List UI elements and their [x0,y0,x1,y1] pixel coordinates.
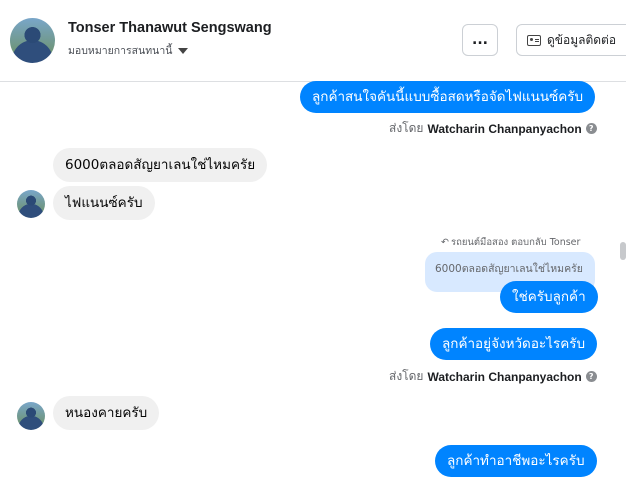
sent-by-prefix: ส่งโดย [389,121,424,135]
assign-label: มอบหมายการสนทนานี้ [68,45,173,57]
incoming-message[interactable]: ไฟแนนซ์ครับ [53,186,155,220]
contact-avatar-small[interactable] [17,190,45,218]
conversation-header: Tonser Thanawut Sengswang มอบหมายการสนทน… [0,0,626,82]
contact-card-icon [527,34,541,46]
help-icon[interactable]: ? [585,371,597,382]
incoming-message[interactable]: หนองคายครับ [53,396,160,430]
outgoing-message[interactable]: ลูกค้าทำอาชีพอะไรครับ [435,445,597,477]
sent-by-label: ส่งโดย Watcharin Chanpanyachon ? [389,367,597,386]
scrollbar-thumb[interactable] [620,242,626,260]
view-contact-label: ดูข้อมูลติดต่อ [547,32,617,47]
message-thread[interactable]: ลูกค้าสนใจคันนี้แบบซื้อสดหรือจัดไฟแนนซ์ค… [0,81,626,488]
sent-by-prefix: ส่งโดย [389,369,424,383]
assign-conversation-dropdown[interactable]: มอบหมายการสนทนานี้ [68,42,189,59]
reply-label: ↶ รถยนต์มือสอง ตอบกลับ Tonser [441,235,580,250]
sent-by-label: ส่งโดย Watcharin Chanpanyachon ? [389,119,597,138]
more-options-button[interactable]: ... [462,24,498,56]
caret-down-icon [178,47,189,54]
reply-label-text: รถยนต์มือสอง ตอบกลับ Tonser [450,237,581,248]
reply-icon: ↶ [441,237,449,248]
view-contact-button[interactable]: ดูข้อมูลติดต่อ [516,24,626,56]
incoming-message[interactable]: 6000ตลอดสัญยาเลนใช่ไหมครัย [53,148,268,182]
outgoing-message[interactable]: ลูกค้าอยู่จังหวัดอะไรครับ [430,328,598,360]
outgoing-message[interactable]: ลูกค้าสนใจคันนี้แบบซื้อสดหรือจัดไฟแนนซ์ค… [300,81,596,113]
more-icon: ... [472,32,488,48]
outgoing-message[interactable]: ใช่ครับลูกค้า [500,281,598,313]
contact-avatar[interactable] [10,18,55,63]
sender-name: Watcharin Chanpanyachon [427,369,582,384]
contact-avatar-small[interactable] [17,402,45,430]
help-icon[interactable]: ? [585,123,597,134]
contact-name[interactable]: Tonser Thanawut Sengswang [68,20,272,36]
sender-name: Watcharin Chanpanyachon [427,121,582,136]
